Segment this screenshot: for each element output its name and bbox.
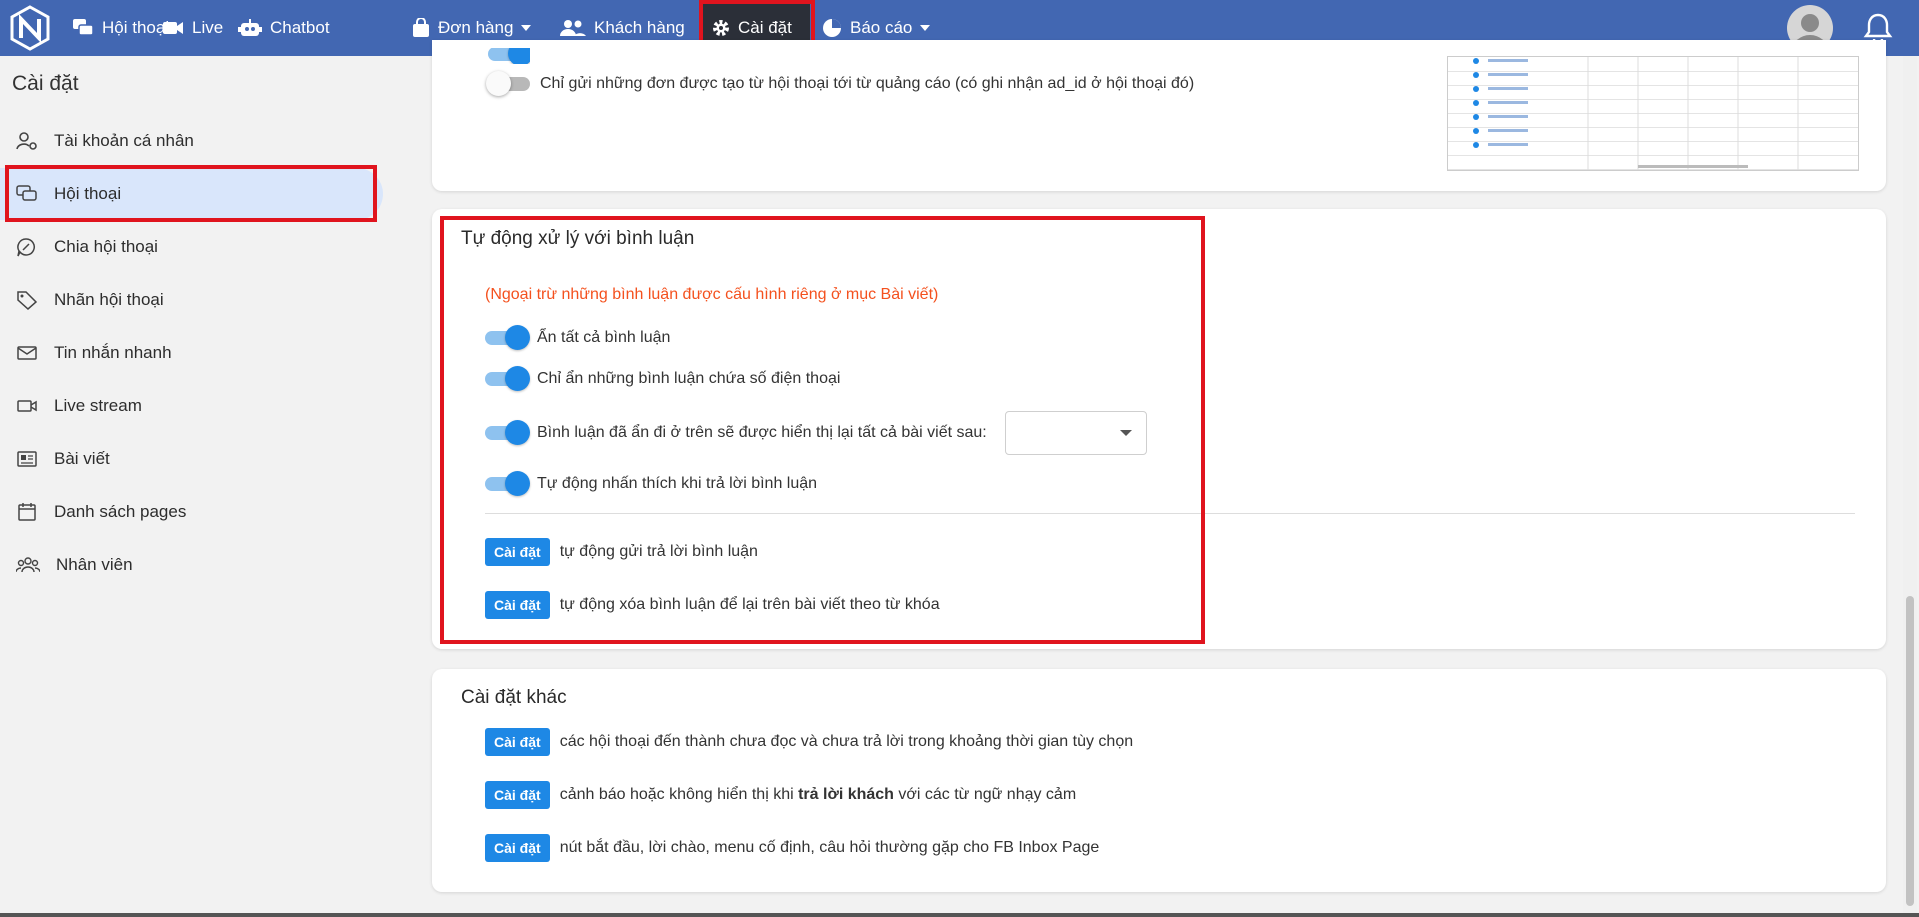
hide-phone-comments-toggle[interactable] bbox=[485, 366, 530, 391]
robot-icon bbox=[238, 19, 262, 36]
sidebar-item-quick-messages[interactable]: Tin nhắn nhanh bbox=[0, 327, 172, 379]
sidebar-item-label: Bài viết bbox=[54, 449, 110, 468]
other-settings-card: Cài đặt khác Cài đặt các hội thoại đến t… bbox=[432, 669, 1886, 892]
staff-icon bbox=[16, 557, 40, 573]
video-icon bbox=[163, 22, 183, 34]
divider bbox=[485, 513, 1855, 514]
logo-icon[interactable] bbox=[8, 5, 52, 51]
sidebar-item-chat-labels[interactable]: Nhãn hội thoại bbox=[0, 274, 164, 326]
auto-like-toggle[interactable] bbox=[485, 471, 530, 496]
sidebar-item-label: Chia hội thoại bbox=[54, 237, 158, 256]
sidebar-item-label: Live stream bbox=[54, 396, 142, 415]
ads-report-preview-image bbox=[1447, 56, 1859, 171]
auto-delete-settings-button[interactable]: Cài đặt bbox=[485, 591, 550, 619]
reshow-comments-row: Bình luận đã ẩn đi ở trên sẽ được hiển t… bbox=[485, 411, 1147, 455]
nav-reports-label: Báo cáo bbox=[850, 18, 913, 37]
sidebar-item-personal-account[interactable]: Tài khoản cá nhân bbox=[0, 115, 194, 167]
sidebar-item-label: Hội thoại bbox=[54, 184, 122, 203]
ad-orders-only-row: Chỉ gửi những đơn được tạo từ hội thoại … bbox=[486, 71, 1195, 96]
hide-all-comments-toggle[interactable] bbox=[485, 325, 530, 350]
hidden-toggle-row bbox=[488, 44, 530, 64]
sensitive-words-text-after: với các từ ngữ nhạy cảm bbox=[893, 786, 1077, 803]
users-icon bbox=[560, 20, 586, 36]
taskbar-edge bbox=[0, 913, 1919, 917]
video-icon bbox=[17, 400, 37, 412]
nav-live[interactable]: Live bbox=[150, 0, 235, 56]
hide-phone-comments-row: Chỉ ẩn những bình luận chứa số điện thoạ… bbox=[485, 366, 841, 391]
hide-all-comments-label: Ẩn tất cả bình luận bbox=[537, 329, 671, 346]
auto-comment-card: Tự động xử lý với bình luận (Ngoại trừ n… bbox=[432, 209, 1886, 649]
reshow-comments-toggle[interactable] bbox=[485, 420, 530, 445]
auto-reply-comment-text: tự động gửi trả lời bình luận bbox=[559, 543, 758, 560]
posts-select[interactable] bbox=[1004, 411, 1147, 455]
nav-customers-label: Khách hàng bbox=[594, 18, 685, 37]
hide-all-comments-row: Ẩn tất cả bình luận bbox=[485, 325, 671, 350]
mail-icon bbox=[17, 346, 37, 360]
auto-comment-title: Tự động xử lý với bình luận bbox=[461, 228, 695, 249]
sidebar-title: Cài đặt bbox=[12, 72, 79, 95]
ad-orders-only-toggle[interactable] bbox=[486, 71, 530, 96]
chat-icon bbox=[16, 185, 37, 201]
auto-like-row: Tự động nhấn thích khi trả lời bình luận bbox=[485, 471, 818, 496]
chat-icon bbox=[73, 19, 94, 36]
tag-icon bbox=[17, 291, 38, 310]
caret-down-icon bbox=[1119, 430, 1132, 436]
sidebar-item-label: Nhãn hội thoại bbox=[54, 290, 164, 309]
auto-delete-comment-text: tự động xóa bình luận để lại trên bài vi… bbox=[559, 596, 940, 613]
sidebar-item-chat-assignment[interactable]: Chia hội thoại bbox=[0, 221, 158, 273]
sidebar-item-conversations[interactable]: Hội thoại bbox=[0, 168, 383, 220]
auto-comment-note: (Ngoại trừ những bình luận được cấu hình… bbox=[485, 286, 939, 303]
article-icon bbox=[17, 451, 37, 467]
sensitive-words-text-bold: trả lời khách bbox=[798, 786, 894, 803]
auto-like-label: Tự động nhấn thích khi trả lời bình luận bbox=[537, 475, 818, 492]
inbox-page-setting-text: nút bắt đầu, lời chào, menu cố định, câu… bbox=[559, 839, 1100, 856]
other-settings-title: Cài đặt khác bbox=[461, 687, 567, 708]
user-settings-icon bbox=[16, 132, 37, 150]
nav-orders-label: Đơn hàng bbox=[438, 18, 514, 37]
inbox-page-settings-button[interactable]: Cài đặt bbox=[485, 834, 550, 862]
calendar-icon bbox=[18, 503, 36, 521]
inbox-page-setting-row: Cài đặt nút bắt đầu, lời chào, menu cố đ… bbox=[485, 834, 1099, 862]
toggle-switch[interactable] bbox=[488, 48, 530, 64]
nav-settings-label: Cài đặt bbox=[738, 18, 792, 37]
chevron-down-icon bbox=[521, 25, 532, 31]
reshow-comments-label: Bình luận đã ẩn đi ở trên sẽ được hiển t… bbox=[537, 424, 987, 441]
sidebar-item-pages-list[interactable]: Danh sách pages bbox=[0, 486, 186, 538]
nav-chatbot[interactable]: Chatbot bbox=[226, 0, 342, 56]
pie-chart-icon bbox=[823, 19, 841, 37]
sidebar-item-label: Tin nhắn nhanh bbox=[54, 343, 172, 362]
unread-setting-row: Cài đặt các hội thoại đến thành chưa đọc… bbox=[485, 728, 1133, 756]
bag-icon bbox=[413, 18, 429, 37]
auto-reply-comment-row: Cài đặt tự động gửi trả lời bình luận bbox=[485, 538, 758, 566]
sensitive-words-settings-button[interactable]: Cài đặt bbox=[485, 781, 550, 809]
vertical-scrollbar[interactable] bbox=[1903, 56, 1917, 917]
ad-orders-only-label: Chỉ gửi những đơn được tạo từ hội thoại … bbox=[540, 75, 1195, 92]
share-chat-icon bbox=[17, 238, 35, 257]
nav-live-label: Live bbox=[192, 18, 224, 37]
sidebar-item-label: Nhân viên bbox=[56, 555, 133, 574]
unread-setting-text: các hội thoại đến thành chưa đọc và chưa… bbox=[559, 733, 1134, 750]
scrollbar-thumb[interactable] bbox=[1906, 596, 1914, 906]
sidebar-item-staff[interactable]: Nhân viên bbox=[0, 539, 133, 591]
sidebar-item-live-stream[interactable]: Live stream bbox=[0, 380, 142, 432]
chevron-down-icon bbox=[920, 25, 931, 31]
auto-reply-settings-button[interactable]: Cài đặt bbox=[485, 538, 550, 566]
auto-delete-comment-row: Cài đặt tự động xóa bình luận để lại trê… bbox=[485, 591, 940, 619]
nav-chatbot-label: Chatbot bbox=[270, 18, 330, 37]
sidebar-item-posts[interactable]: Bài viết bbox=[0, 433, 110, 485]
sensitive-words-text-before: cảnh báo hoặc không hiển thị khi bbox=[559, 786, 799, 803]
hide-phone-comments-label: Chỉ ẩn những bình luận chứa số điện thoạ… bbox=[537, 370, 841, 387]
sidebar-item-label: Tài khoản cá nhân bbox=[54, 131, 194, 150]
gear-icon bbox=[713, 20, 729, 36]
unread-settings-button[interactable]: Cài đặt bbox=[485, 728, 550, 756]
sensitive-words-row: Cài đặt cảnh báo hoặc không hiển thị khi… bbox=[485, 781, 1076, 809]
sidebar-item-label: Danh sách pages bbox=[54, 502, 187, 521]
